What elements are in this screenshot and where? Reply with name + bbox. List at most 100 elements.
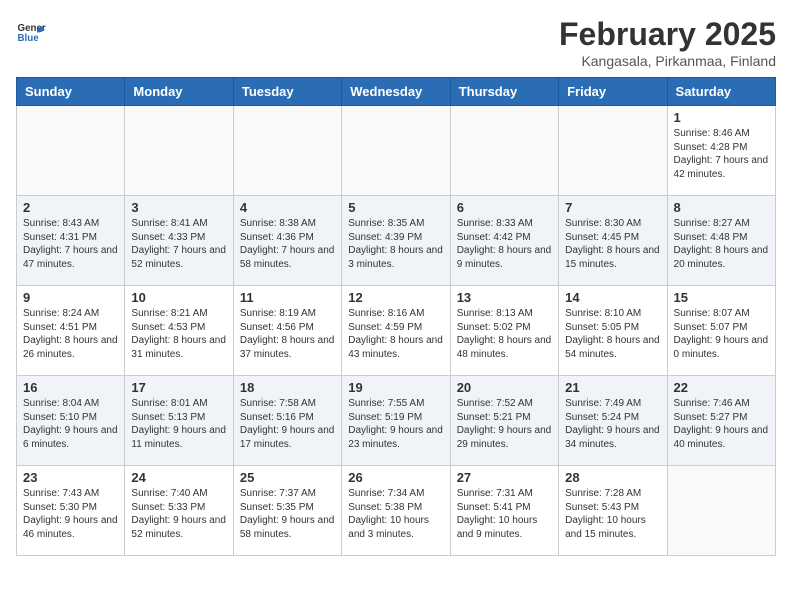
calendar-day-cell: 2 Sunrise: 8:43 AM Sunset: 4:31 PM Daylig… — [17, 196, 125, 286]
calendar-day-cell: 21 Sunrise: 7:49 AM Sunset: 5:24 PM Dayli… — [559, 376, 667, 466]
day-number: 6 — [457, 200, 552, 215]
day-info: Sunrise: 8:41 AM Sunset: 4:33 PM Dayligh… — [131, 217, 226, 271]
calendar-day-cell: 14 Sunrise: 8:10 AM Sunset: 5:05 PM Dayli… — [559, 286, 667, 376]
calendar-day-cell: 25Sunrise: 7:37 AM Sunset: 5:35 PM Dayli… — [233, 466, 341, 556]
weekday-header-friday: Friday — [559, 78, 667, 106]
calendar: SundayMondayTuesdayWednesdayThursdayFrid… — [16, 77, 776, 556]
calendar-day-cell — [233, 106, 341, 196]
calendar-week-row: 1Sunrise: 8:46 AM Sunset: 4:28 PM Daylig… — [17, 106, 776, 196]
day-info: Sunrise: 7:34 AM Sunset: 5:38 PM Dayligh… — [348, 487, 443, 541]
day-info: Sunrise: 8:07 AM Sunset: 5:07 PM Dayligh… — [674, 307, 769, 361]
day-info: Sunrise: 7:58 AM Sunset: 5:16 PM Dayligh… — [240, 397, 335, 451]
calendar-day-cell: 13 Sunrise: 8:13 AM Sunset: 5:02 PM Dayli… — [450, 286, 558, 376]
weekday-header-tuesday: Tuesday — [233, 78, 341, 106]
calendar-day-cell — [450, 106, 558, 196]
title-area: February 2025 Kangasala, Pirkanmaa, Finl… — [559, 16, 776, 69]
day-info: Sunrise: 7:55 AM Sunset: 5:19 PM Dayligh… — [348, 397, 443, 451]
calendar-day-cell: 15 Sunrise: 8:07 AM Sunset: 5:07 PM Dayli… — [667, 286, 775, 376]
calendar-day-cell: 22 Sunrise: 7:46 AM Sunset: 5:27 PM Dayli… — [667, 376, 775, 466]
calendar-day-cell: 23 Sunrise: 7:43 AM Sunset: 5:30 PM Dayli… — [17, 466, 125, 556]
day-number: 21 — [565, 380, 660, 395]
day-number: 28 — [565, 470, 660, 485]
day-info: Sunrise: 7:49 AM Sunset: 5:24 PM Dayligh… — [565, 397, 660, 451]
day-number: 9 — [23, 290, 118, 305]
weekday-header-row: SundayMondayTuesdayWednesdayThursdayFrid… — [17, 78, 776, 106]
day-number: 19 — [348, 380, 443, 395]
day-number: 10 — [131, 290, 226, 305]
day-number: 11 — [240, 290, 335, 305]
calendar-day-cell: 7Sunrise: 8:30 AM Sunset: 4:45 PM Daylig… — [559, 196, 667, 286]
day-info: Sunrise: 8:24 AM Sunset: 4:51 PM Dayligh… — [23, 307, 118, 361]
calendar-day-cell — [125, 106, 233, 196]
calendar-week-row: 9 Sunrise: 8:24 AM Sunset: 4:51 PM Daylig… — [17, 286, 776, 376]
day-number: 17 — [131, 380, 226, 395]
day-number: 5 — [348, 200, 443, 215]
calendar-day-cell: 11 Sunrise: 8:19 AM Sunset: 4:56 PM Dayli… — [233, 286, 341, 376]
calendar-day-cell: 16Sunrise: 8:04 AM Sunset: 5:10 PM Dayli… — [17, 376, 125, 466]
weekday-header-sunday: Sunday — [17, 78, 125, 106]
weekday-header-saturday: Saturday — [667, 78, 775, 106]
day-number: 20 — [457, 380, 552, 395]
weekday-header-monday: Monday — [125, 78, 233, 106]
calendar-day-cell — [559, 106, 667, 196]
calendar-day-cell: 24 Sunrise: 7:40 AM Sunset: 5:33 PM Dayli… — [125, 466, 233, 556]
calendar-day-cell: 3 Sunrise: 8:41 AM Sunset: 4:33 PM Daylig… — [125, 196, 233, 286]
day-number: 4 — [240, 200, 335, 215]
weekday-header-thursday: Thursday — [450, 78, 558, 106]
day-number: 14 — [565, 290, 660, 305]
day-info: Sunrise: 7:43 AM Sunset: 5:30 PM Dayligh… — [23, 487, 118, 541]
day-number: 22 — [674, 380, 769, 395]
calendar-week-row: 16Sunrise: 8:04 AM Sunset: 5:10 PM Dayli… — [17, 376, 776, 466]
day-info: Sunrise: 7:37 AM Sunset: 5:35 PM Dayligh… — [240, 487, 335, 541]
calendar-day-cell: 6 Sunrise: 8:33 AM Sunset: 4:42 PM Daylig… — [450, 196, 558, 286]
day-number: 23 — [23, 470, 118, 485]
calendar-day-cell: 4Sunrise: 8:38 AM Sunset: 4:36 PM Daylig… — [233, 196, 341, 286]
day-number: 27 — [457, 470, 552, 485]
day-info: Sunrise: 8:10 AM Sunset: 5:05 PM Dayligh… — [565, 307, 660, 361]
calendar-day-cell: 8Sunrise: 8:27 AM Sunset: 4:48 PM Daylig… — [667, 196, 775, 286]
day-number: 16 — [23, 380, 118, 395]
day-info: Sunrise: 7:46 AM Sunset: 5:27 PM Dayligh… — [674, 397, 769, 451]
day-info: Sunrise: 7:40 AM Sunset: 5:33 PM Dayligh… — [131, 487, 226, 541]
logo: General Blue — [16, 16, 46, 46]
day-info: Sunrise: 7:28 AM Sunset: 5:43 PM Dayligh… — [565, 487, 660, 541]
day-number: 18 — [240, 380, 335, 395]
day-info: Sunrise: 8:33 AM Sunset: 4:42 PM Dayligh… — [457, 217, 552, 271]
weekday-header-wednesday: Wednesday — [342, 78, 450, 106]
calendar-day-cell: 1Sunrise: 8:46 AM Sunset: 4:28 PM Daylig… — [667, 106, 775, 196]
day-info: Sunrise: 8:27 AM Sunset: 4:48 PM Dayligh… — [674, 217, 769, 271]
calendar-day-cell: 20 Sunrise: 7:52 AM Sunset: 5:21 PM Dayli… — [450, 376, 558, 466]
day-number: 2 — [23, 200, 118, 215]
calendar-day-cell — [342, 106, 450, 196]
day-number: 15 — [674, 290, 769, 305]
calendar-week-row: 23 Sunrise: 7:43 AM Sunset: 5:30 PM Dayli… — [17, 466, 776, 556]
calendar-day-cell: 27 Sunrise: 7:31 AM Sunset: 5:41 PM Dayli… — [450, 466, 558, 556]
calendar-day-cell: 5Sunrise: 8:35 AM Sunset: 4:39 PM Daylig… — [342, 196, 450, 286]
day-info: Sunrise: 8:21 AM Sunset: 4:53 PM Dayligh… — [131, 307, 226, 361]
calendar-day-cell: 9 Sunrise: 8:24 AM Sunset: 4:51 PM Daylig… — [17, 286, 125, 376]
logo-icon: General Blue — [16, 16, 46, 46]
day-number: 24 — [131, 470, 226, 485]
calendar-day-cell: 28 Sunrise: 7:28 AM Sunset: 5:43 PM Dayli… — [559, 466, 667, 556]
location-subtitle: Kangasala, Pirkanmaa, Finland — [559, 53, 776, 69]
day-number: 3 — [131, 200, 226, 215]
day-number: 12 — [348, 290, 443, 305]
day-info: Sunrise: 8:43 AM Sunset: 4:31 PM Dayligh… — [23, 217, 118, 271]
calendar-day-cell — [17, 106, 125, 196]
day-number: 13 — [457, 290, 552, 305]
calendar-day-cell: 12 Sunrise: 8:16 AM Sunset: 4:59 PM Dayli… — [342, 286, 450, 376]
day-info: Sunrise: 7:31 AM Sunset: 5:41 PM Dayligh… — [457, 487, 552, 541]
day-info: Sunrise: 8:13 AM Sunset: 5:02 PM Dayligh… — [457, 307, 552, 361]
day-number: 26 — [348, 470, 443, 485]
day-info: Sunrise: 7:52 AM Sunset: 5:21 PM Dayligh… — [457, 397, 552, 451]
day-info: Sunrise: 8:16 AM Sunset: 4:59 PM Dayligh… — [348, 307, 443, 361]
day-info: Sunrise: 8:19 AM Sunset: 4:56 PM Dayligh… — [240, 307, 335, 361]
svg-text:Blue: Blue — [18, 33, 40, 44]
calendar-day-cell: 19 Sunrise: 7:55 AM Sunset: 5:19 PM Dayli… — [342, 376, 450, 466]
calendar-day-cell: 10 Sunrise: 8:21 AM Sunset: 4:53 PM Dayli… — [125, 286, 233, 376]
header: General Blue February 2025 Kangasala, Pi… — [16, 16, 776, 69]
calendar-day-cell — [667, 466, 775, 556]
calendar-day-cell: 17 Sunrise: 8:01 AM Sunset: 5:13 PM Dayli… — [125, 376, 233, 466]
day-info: Sunrise: 8:01 AM Sunset: 5:13 PM Dayligh… — [131, 397, 226, 451]
month-title: February 2025 — [559, 16, 776, 53]
